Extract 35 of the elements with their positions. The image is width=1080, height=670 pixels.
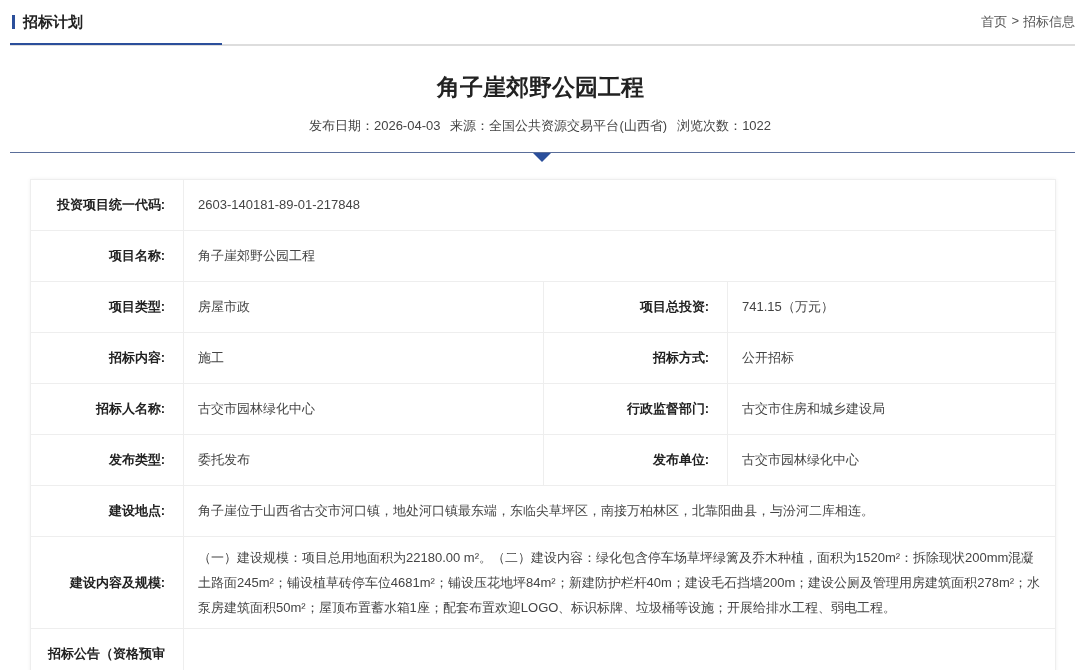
field-value: 古交市住房和城乡建设局 — [741, 400, 886, 418]
breadcrumb-separator: > — [1011, 13, 1019, 30]
section-title: 招标计划 — [23, 12, 83, 32]
field-value: 施工 — [184, 333, 544, 383]
field-value: 741.15（万元） — [741, 298, 835, 316]
field-value: （一）建设规模：项目总用地面积为22180.00 m²。（二）建设内容：绿化包含停车场草坪绿篱及乔木种植，面积为1520m²：拆除现状200mm混凝土路面245m²；铺设植草砖停车位4681m²；铺设压花地坪84m²；新建防护栏杆40m；建设毛石挡墙200m；建设公厕及管理用房建筑面积278m²；水泵房建筑面积50m²；屋顶布置蓄水箱1座；配套布置欢迎LOGO、标识标牌、垃圾桶等设施；开展给排水工程、弱电工程。 — [197, 549, 1042, 617]
title-bar-icon — [12, 15, 15, 29]
field-label: 发布类型: — [31, 435, 184, 485]
field-label: 建设地点: — [31, 486, 184, 536]
field-value: 古交市园林绿化中心 — [184, 384, 544, 434]
field-label: 招标方式: — [544, 333, 728, 383]
article-meta: 浏览次数：1022 — [677, 117, 772, 135]
article-meta: 发布日期：2026-04-03 — [308, 117, 441, 135]
field-value: 角子崖郊野公园工程 — [197, 247, 316, 265]
triangle-icon — [533, 153, 551, 162]
field-value: 角子崖位于山西省古交市河口镇，地处河口镇最东端，东临尖草坪区，南接万柏林区，北靠阳曲县，与汾河二库相连。 — [197, 502, 875, 520]
field-value: 古交市园林绿化中心 — [741, 451, 860, 469]
field-label: 项目类型: — [31, 282, 184, 332]
field-label: 项目总投资: — [544, 282, 728, 332]
field-label: 发布单位: — [544, 435, 728, 485]
field-label: 招标人名称: — [31, 384, 184, 434]
article-meta: 来源：全国公共资源交易平台(山西省) — [450, 117, 668, 135]
field-label: 招标内容: — [31, 333, 184, 383]
field-label: 招标公告（资格预审 — [31, 629, 184, 670]
field-value: 2603-140181-89-01-217848 — [197, 196, 361, 214]
field-label: 建设内容及规模: — [31, 537, 184, 628]
field-value: 委托发布 — [184, 435, 544, 485]
article-title: 角子崖郊野公园工程 — [435, 73, 645, 102]
field-label: 行政监督部门: — [544, 384, 728, 434]
breadcrumb-link[interactable]: 首页 — [981, 13, 1008, 31]
field-value: 房屋市政 — [184, 282, 544, 332]
field-label: 投资项目统一代码: — [31, 180, 184, 230]
field-value: 公开招标 — [741, 349, 795, 367]
field-label: 项目名称: — [31, 231, 184, 281]
breadcrumb-link[interactable]: 招标信息 — [1023, 13, 1075, 31]
